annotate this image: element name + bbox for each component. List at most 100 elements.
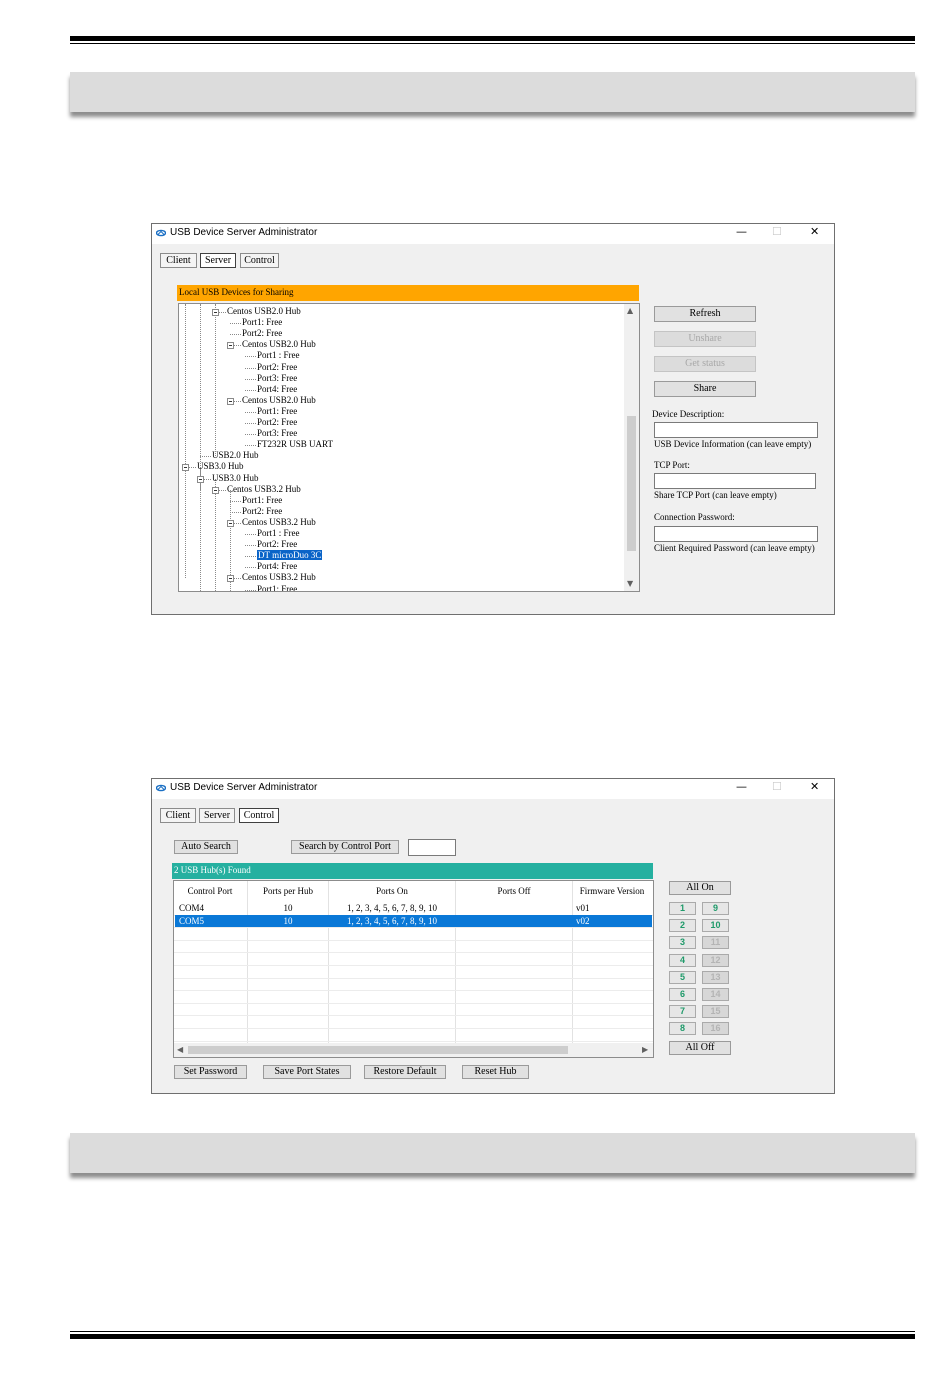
maximize-icon[interactable]: ☐ — [772, 780, 782, 793]
connection-password-input[interactable] — [654, 526, 818, 542]
column-header-ports-per-hub[interactable]: Ports per Hub — [248, 884, 328, 898]
port-8-button[interactable]: 8 — [669, 1022, 696, 1036]
tree-node[interactable]: Port4: Free — [257, 561, 297, 572]
tree-node[interactable]: Port1: Free — [257, 584, 297, 592]
table-row[interactable]: COM5 10 1, 2, 3, 4, 5, 6, 7, 8, 9, 10 v02 — [174, 915, 653, 927]
tree-node[interactable]: Port1: Free — [257, 406, 297, 417]
tree-node-label: Centos USB3.2 Hub — [242, 572, 316, 583]
port-6-button[interactable]: 6 — [669, 988, 696, 1001]
scroll-thumb[interactable] — [627, 416, 636, 551]
share-button[interactable]: Share — [654, 381, 756, 397]
all-off-button[interactable]: All Off — [669, 1041, 731, 1055]
save-port-states-button[interactable]: Save Port States — [263, 1065, 351, 1079]
device-tree[interactable]: ▲ ▼ Centos USB2.0 Hub Port1: Free Port2: F… — [178, 303, 640, 592]
port-5-button[interactable]: 5 — [669, 970, 696, 984]
set-password-button[interactable]: Set Password — [174, 1065, 247, 1079]
collapse-icon[interactable] — [197, 475, 204, 483]
port-1-button[interactable]: 1 — [669, 902, 696, 915]
port-15-button[interactable]: 15 — [702, 1005, 729, 1019]
unshare-button[interactable]: Unshare — [654, 331, 756, 347]
control-port-input[interactable] — [408, 839, 456, 856]
column-header-firmware-version[interactable]: Firmware Version — [572, 884, 652, 898]
tree-node[interactable]: Port2: Free — [257, 539, 297, 550]
collapse-icon[interactable] — [227, 397, 234, 405]
tab-control[interactable]: Control — [240, 253, 279, 268]
hub-table[interactable]: Control Port Ports per Hub Ports On Port… — [173, 880, 654, 1058]
close-icon[interactable]: ✕ — [810, 225, 819, 238]
tree-node[interactable]: Centos USB3.2 Hub — [227, 484, 301, 495]
tab-control[interactable]: Control — [239, 808, 279, 823]
tab-server[interactable]: Server — [200, 253, 236, 268]
minimize-icon[interactable]: — — [736, 780, 747, 793]
scroll-down-icon[interactable]: ▼ — [627, 579, 633, 588]
tree-node[interactable]: Centos USB2.0 Hub — [242, 339, 316, 350]
scroll-up-icon[interactable]: ▲ — [627, 306, 633, 315]
close-icon[interactable]: ✕ — [810, 780, 819, 793]
tree-node-label: Port1: Free — [242, 317, 283, 328]
table-horizontal-scrollbar[interactable]: ◀ ▶ — [174, 1043, 653, 1057]
port-7-button[interactable]: 7 — [669, 1005, 696, 1019]
collapse-icon[interactable] — [182, 464, 189, 472]
tree-node[interactable]: Port2: Free — [242, 506, 282, 517]
tree-node[interactable]: Port2: Free — [257, 362, 297, 373]
table-cell-ports-on: 1, 2, 3, 4, 5, 6, 7, 8, 9, 10 — [347, 903, 437, 913]
tree-node[interactable]: USB2.0 Hub — [212, 450, 259, 461]
tcp-port-input[interactable] — [654, 473, 816, 489]
tree-node[interactable]: Port3: Free — [257, 373, 297, 384]
tree-node[interactable]: Centos USB3.2 Hub — [242, 572, 316, 583]
tree-scrollbar[interactable]: ▲ ▼ — [624, 304, 639, 591]
column-header-ports-off[interactable]: Ports Off — [456, 884, 572, 898]
tab-client[interactable]: Client — [160, 808, 196, 823]
tree-node[interactable]: Port1 : Free — [257, 350, 300, 361]
port-10-button[interactable]: 10 — [702, 919, 729, 933]
minimize-icon[interactable]: — — [736, 225, 747, 238]
get-status-button[interactable]: Get status — [654, 356, 756, 372]
port-2-button[interactable]: 2 — [669, 919, 696, 933]
refresh-button[interactable]: Refresh — [654, 306, 756, 322]
tree-node[interactable]: Port3: Free — [257, 428, 297, 439]
tab-client[interactable]: Client — [160, 253, 197, 268]
maximize-icon[interactable]: ☐ — [772, 225, 782, 238]
tree-node-label: Port1 : Free — [257, 528, 300, 538]
collapse-icon[interactable] — [227, 342, 234, 350]
table-row[interactable]: COM4 10 1, 2, 3, 4, 5, 6, 7, 8, 9, 10 v01 — [174, 902, 653, 914]
tree-node[interactable]: USB3.0 Hub — [212, 473, 259, 484]
collapse-icon[interactable] — [212, 309, 219, 316]
collapse-icon[interactable] — [212, 486, 219, 494]
port-9-button[interactable]: 9 — [702, 902, 729, 915]
tree-node[interactable]: Port4: Free — [257, 384, 297, 395]
collapse-icon[interactable] — [227, 575, 234, 583]
port-4-button[interactable]: 4 — [669, 953, 696, 967]
scroll-thumb[interactable] — [188, 1046, 568, 1054]
tree-node[interactable]: Centos USB3.2 Hub — [242, 517, 316, 528]
tree-node[interactable]: Port1: Free — [242, 495, 282, 506]
auto-search-button[interactable]: Auto Search — [174, 840, 238, 854]
tree-node[interactable]: Port2: Free — [242, 328, 282, 339]
tree-node[interactable]: Port2: Free — [257, 417, 297, 428]
tree-node[interactable]: Centos USB2.0 Hub — [227, 306, 301, 317]
collapse-icon[interactable] — [227, 519, 234, 527]
device-description-input[interactable] — [654, 422, 818, 438]
tree-node[interactable]: Port1 : Free — [257, 528, 300, 539]
column-header-ports-on[interactable]: Ports On — [328, 884, 456, 898]
port-14-button[interactable]: 14 — [702, 988, 729, 1001]
tree-node[interactable]: FT232R USB UART — [257, 439, 333, 450]
port-13-button[interactable]: 13 — [702, 970, 729, 984]
tree-node[interactable]: Port1: Free — [242, 317, 282, 328]
reset-hub-button[interactable]: Reset Hub — [462, 1065, 529, 1079]
scroll-right-icon[interactable]: ▶ — [642, 1045, 648, 1054]
all-on-button[interactable]: All On — [669, 881, 731, 895]
column-header-control-port[interactable]: Control Port — [174, 884, 246, 898]
scroll-left-icon[interactable]: ◀ — [177, 1045, 183, 1054]
page-bottom-rule-thin — [70, 1331, 915, 1332]
tab-server[interactable]: Server — [199, 808, 235, 823]
port-16-button[interactable]: 16 — [702, 1022, 729, 1036]
port-12-button[interactable]: 12 — [702, 953, 729, 967]
tree-node[interactable]: DT microDuo 3C — [255, 549, 324, 562]
tree-node[interactable]: Centos USB2.0 Hub — [242, 395, 316, 406]
search-by-control-port-button[interactable]: Search by Control Port — [291, 840, 399, 854]
port-3-button[interactable]: 3 — [669, 936, 696, 950]
tree-node[interactable]: USB3.0 Hub — [197, 461, 244, 472]
port-11-button[interactable]: 11 — [702, 936, 729, 950]
restore-default-button[interactable]: Restore Default — [364, 1065, 446, 1079]
